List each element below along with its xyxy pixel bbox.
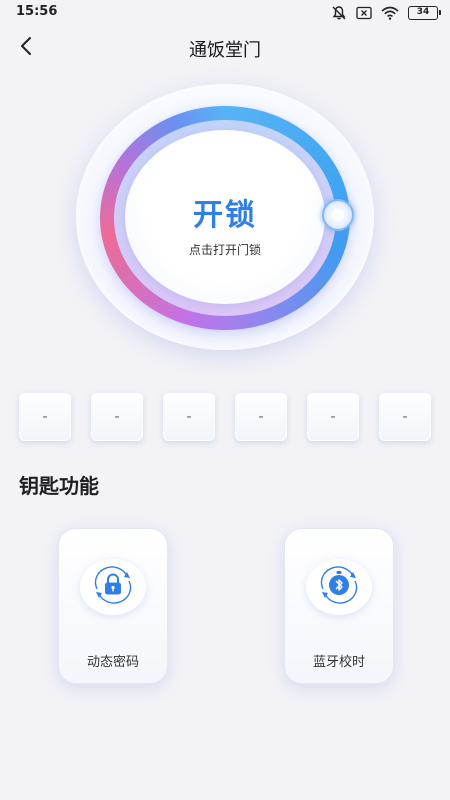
mute-icon (331, 5, 347, 21)
dynamic-password-label: 动态密码 (86, 655, 139, 670)
bluetooth-time-sync-icon-wrap (306, 559, 372, 615)
code-digit-3: - (163, 393, 215, 441)
lock-refresh-icon (91, 565, 135, 609)
code-digit-5: - (307, 393, 359, 441)
unlock-hint: 点击打开门锁 (188, 243, 261, 257)
dial-knob-handle[interactable] (322, 199, 354, 231)
code-digit-row: - - - - - - (19, 393, 433, 441)
code-digit-2: - (91, 393, 143, 441)
dynamic-password-card[interactable]: 动态密码 (58, 528, 168, 684)
nav-bar: 通饭堂门 (0, 26, 450, 70)
door-lock-screen: 15:56 34 通饭堂门 开锁 点击打开门锁 - - - - - - 钥匙功能… (0, 0, 450, 800)
bluetooth-time-sync-label: 蓝牙校时 (312, 655, 365, 670)
battery-icon: 34 (408, 6, 441, 20)
status-icons: 34 (331, 4, 441, 22)
no-sim-icon (356, 6, 372, 20)
status-time: 15:56 (16, 4, 58, 19)
wifi-icon (381, 6, 399, 20)
code-digit-1: - (19, 393, 71, 441)
bluetooth-time-sync-card[interactable]: 蓝牙校时 (284, 528, 394, 684)
section-title-key-functions: 钥匙功能 (19, 474, 99, 498)
status-bar: 15:56 34 (0, 0, 450, 26)
unlock-label: 开锁 (193, 198, 257, 233)
code-digit-6: - (379, 393, 431, 441)
unlock-button[interactable]: 开锁 点击打开门锁 (125, 130, 325, 304)
code-digit-4: - (235, 393, 287, 441)
dynamic-password-icon-wrap (80, 559, 146, 615)
bluetooth-clock-icon (317, 565, 361, 609)
page-title: 通饭堂门 (189, 40, 261, 61)
